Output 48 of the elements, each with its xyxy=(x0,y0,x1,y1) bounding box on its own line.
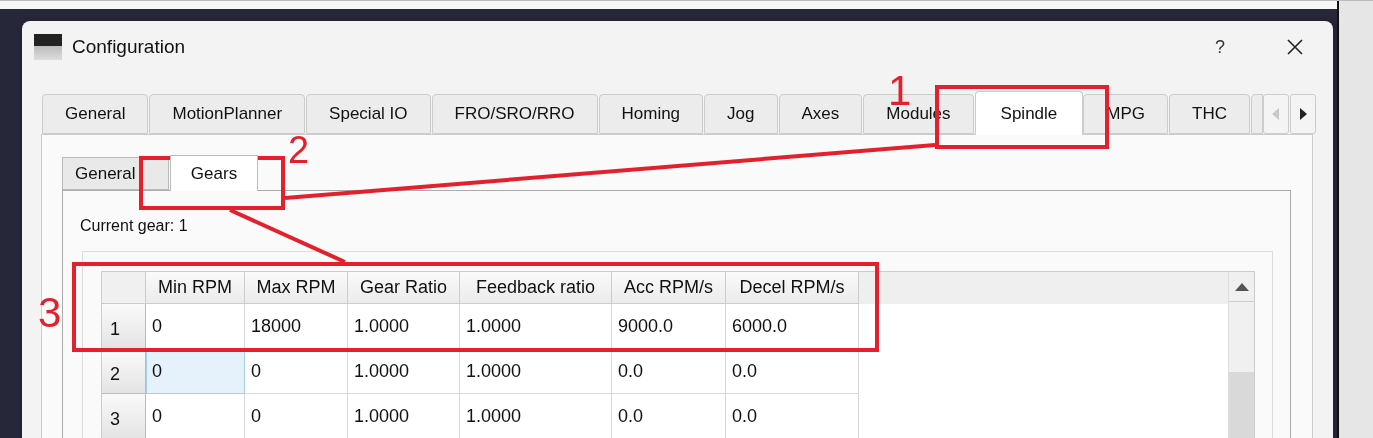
callout-number: 3 xyxy=(38,292,62,334)
tab[interactable]: General xyxy=(62,157,169,190)
table-cell[interactable]: 0.0 xyxy=(726,394,859,438)
help-button[interactable]: ? xyxy=(1205,33,1235,61)
table-cell[interactable]: 9000.0 xyxy=(612,304,726,349)
column-header[interactable]: Min RPM xyxy=(146,272,245,304)
table-cell[interactable]: 0 xyxy=(245,394,348,438)
current-gear-label: Current gear: 1 xyxy=(80,216,189,236)
table-cell[interactable]: 18000 xyxy=(245,304,348,349)
tab[interactable]: THC xyxy=(1169,94,1250,134)
app-logo-icon xyxy=(34,34,62,60)
table-cell[interactable]: 0 xyxy=(146,394,245,438)
table-cell[interactable]: 0.0 xyxy=(612,349,726,394)
tab[interactable]: Homing xyxy=(598,94,704,134)
column-header[interactable]: Gear Ratio xyxy=(348,272,460,304)
row-header[interactable]: 2 xyxy=(102,349,146,394)
table-cell[interactable]: 1.0000 xyxy=(460,349,612,394)
tab[interactable]: Special IO xyxy=(306,94,431,134)
row-header[interactable]: 3 xyxy=(102,394,146,438)
table-cell[interactable]: 1.0000 xyxy=(460,304,612,349)
tab[interactable]: General xyxy=(42,94,149,134)
table-cell[interactable]: 0.0 xyxy=(726,349,859,394)
column-header[interactable]: Max RPM xyxy=(245,272,348,304)
scrollbar[interactable] xyxy=(1228,272,1254,438)
callout-number: 2 xyxy=(288,136,310,164)
tab[interactable]: FRO/SRO/RRO xyxy=(431,94,598,134)
table-cell[interactable]: 0 xyxy=(245,349,348,394)
table-cell[interactable]: 1.0000 xyxy=(460,394,612,438)
right-arrow-icon xyxy=(1299,108,1307,120)
table-cell[interactable]: 0.0 xyxy=(612,394,726,438)
table-cell[interactable]: 0 xyxy=(146,349,245,394)
tab[interactable]: MotionPlanner xyxy=(149,94,306,134)
row-header[interactable]: 1 xyxy=(102,304,146,349)
window-title: Configuration xyxy=(72,34,186,59)
left-arrow-icon xyxy=(1272,108,1280,120)
table-cell[interactable]: 1.0000 xyxy=(348,304,460,349)
tab[interactable]: Axes xyxy=(778,94,863,134)
tab[interactable]: Gears xyxy=(170,155,258,191)
table-cell[interactable]: 0 xyxy=(146,304,245,349)
column-header[interactable]: Feedback ratio xyxy=(460,272,612,304)
table-cell[interactable]: 6000.0 xyxy=(726,304,859,349)
tab[interactable]: Jog xyxy=(704,94,778,134)
table-cell[interactable]: 1.0000 xyxy=(348,394,460,438)
scroll-right-button[interactable] xyxy=(1290,94,1316,134)
column-header[interactable]: Acc RPM/s xyxy=(612,272,726,304)
table-cell[interactable]: 1.0000 xyxy=(348,349,460,394)
column-header[interactable]: Decel RPM/s xyxy=(726,272,859,304)
tab[interactable]: Spindle xyxy=(974,91,1084,135)
